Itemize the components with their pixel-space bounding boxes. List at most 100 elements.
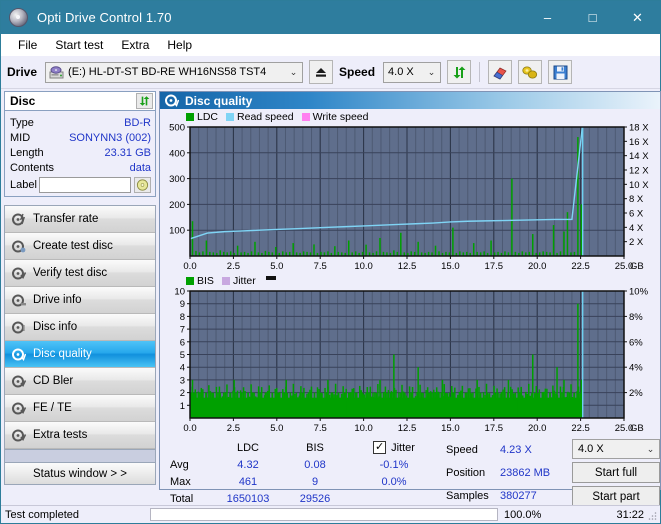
sidebar-item-label: Verify test disc — [33, 267, 108, 279]
bell-icon — [522, 66, 538, 78]
legend-entry-read-speed: Read speed — [226, 111, 294, 123]
stats-header-jitter-group: ✓ Jitter — [346, 441, 442, 454]
legend-label: Write speed — [312, 110, 369, 123]
stats-total-bis: 29526 — [299, 493, 331, 505]
sidebar-item-verify-test-disc[interactable]: Verify test disc — [5, 260, 155, 287]
sidebar-item-transfer-rate[interactable]: Transfer rate — [5, 206, 155, 233]
start-part-button[interactable]: Start part — [572, 486, 660, 507]
disc-row-value: data — [129, 161, 151, 174]
toolbar-speed-select[interactable]: 4.0 X ⌄ — [383, 61, 442, 83]
status-text: Test completed — [5, 508, 79, 521]
eject-button[interactable] — [309, 60, 334, 84]
drive-toolbar: Drive (E:) HL-DT-ST BD-RE WH16NS58 TST4 … — [1, 56, 660, 89]
minimize-button[interactable]: – — [525, 1, 570, 34]
sidebar-item-fe-te[interactable]: FE / TE — [5, 395, 155, 422]
svg-text:1: 1 — [180, 401, 185, 412]
sidebar-item-drive-info[interactable]: Drive info — [5, 287, 155, 314]
refresh-button[interactable] — [447, 60, 472, 84]
disc-write-icon — [12, 240, 26, 253]
disc-info-icon — [12, 321, 26, 334]
disc-label-key: Label — [10, 179, 37, 191]
ldc-chart-svg: 100 200 300 400 500 2 X 4 X 6 X 8 X 10 X 12 X 14 X 1… — [169, 123, 649, 272]
sidebar-item-label: Disc quality — [33, 348, 92, 360]
eraser-icon — [493, 67, 507, 79]
disc-row-value: SONYNN3 (002) — [69, 131, 151, 144]
disc-icon — [9, 8, 28, 27]
chevron-down-icon: ⌄ — [427, 66, 436, 77]
disc-label-input[interactable] — [39, 177, 132, 193]
fe-te-icon — [12, 402, 26, 415]
menu-item-help[interactable]: Help — [158, 36, 201, 54]
bis-chart: 1 2 3 4 5 6 7 8 9 10 2% 4% 6% 8% 10% 0.0 2.5 5.0 7.5 10.0 12… — [160, 287, 660, 435]
sidebar-item-cd-bler[interactable]: CD Bler — [5, 368, 155, 395]
disc-panel-header: Disc — [5, 92, 155, 111]
cd-bler-icon — [12, 375, 26, 388]
svg-text:200: 200 — [169, 200, 185, 211]
resize-grip[interactable] — [647, 510, 658, 521]
stats-max-jitter: 0.0% — [381, 476, 407, 488]
legend-entry-jitter: Jitter — [221, 275, 256, 287]
maximize-button[interactable]: □ — [570, 1, 615, 34]
chevron-down-icon: ⌄ — [646, 443, 655, 454]
drive-select[interactable]: (E:) HL-DT-ST BD-RE WH16NS58 TST4 ⌄ — [45, 61, 304, 83]
menu-item-extra[interactable]: Extra — [112, 36, 158, 54]
save-button[interactable] — [548, 60, 573, 84]
legend-label: Read speed — [237, 110, 294, 123]
disc-quality-panel: Disc quality LDC Read speed Write speed — [159, 91, 661, 507]
svg-text:6%: 6% — [629, 337, 643, 348]
disc-verify-icon — [12, 267, 26, 280]
save-icon — [553, 65, 568, 79]
disc-test-icon — [12, 213, 26, 226]
disc-row-key: Length — [10, 146, 44, 159]
disc-label-button[interactable] — [133, 177, 151, 193]
readout-table: Speed 4.23 X Position 23862 MB Samples 3… — [446, 439, 570, 507]
drive-icon — [49, 65, 64, 79]
bell-button[interactable] — [518, 60, 543, 84]
svg-text:20.0: 20.0 — [528, 423, 547, 434]
jitter-checkbox[interactable]: ✓ — [373, 441, 387, 454]
svg-text:7: 7 — [180, 325, 185, 336]
stats-header-ldc: LDC — [236, 441, 259, 454]
progress-bar — [150, 508, 498, 521]
svg-text:20.0: 20.0 — [528, 261, 547, 272]
disc-refresh-button[interactable] — [136, 93, 153, 109]
svg-text:6: 6 — [180, 337, 185, 348]
sidebar-item-disc-info[interactable]: Disc info — [5, 314, 155, 341]
svg-text:15.0: 15.0 — [441, 261, 460, 272]
svg-text:5.0: 5.0 — [270, 261, 283, 272]
toolbar-speed-value: 4.0 X — [388, 66, 414, 78]
test-speed-select[interactable]: 4.0 X ⌄ — [572, 439, 660, 459]
svg-text:8%: 8% — [629, 312, 643, 323]
menu-item-file[interactable]: File — [9, 36, 46, 54]
left-panel: Disc Type BD-R MID SONYNN3 (002) Length … — [1, 89, 159, 492]
legend-label: BIS — [197, 274, 214, 287]
close-button[interactable]: ✕ — [615, 1, 660, 34]
status-window-button[interactable]: Status window > > — [4, 463, 156, 485]
erase-button[interactable] — [488, 60, 513, 84]
stats-row-key-total: Total — [170, 493, 194, 505]
legend-entry-write-speed: Write speed — [301, 110, 369, 123]
application-window: Opti Drive Control 1.70 – □ ✕ File Start… — [0, 0, 661, 524]
sidebar-item-disc-quality[interactable]: Disc quality — [5, 341, 155, 368]
start-full-button[interactable]: Start full — [572, 462, 660, 483]
chevron-down-icon: ⌄ — [289, 66, 298, 77]
right-panel: Disc quality LDC Read speed Write speed — [159, 89, 661, 507]
bis-chart-svg: 1 2 34 5 67 8 910 2% 4% 6% 8% 10% 0.0 2.5 5.0 7.5 10.0 12… — [174, 287, 648, 434]
stats-avg-jitter: -0.1% — [379, 459, 409, 471]
svg-text:10 X: 10 X — [629, 180, 649, 191]
disc-icon — [136, 179, 149, 191]
svg-text:400: 400 — [169, 148, 185, 159]
readout-value-position: 23862 MB — [500, 467, 551, 479]
sidebar-item-extra-tests[interactable]: Extra tests — [5, 422, 155, 449]
stats-row-key-max: Max — [170, 476, 191, 488]
svg-text:22.5: 22.5 — [571, 261, 590, 272]
drive-info-icon — [12, 294, 26, 307]
menu-item-start-test[interactable]: Start test — [46, 36, 112, 54]
sidebar-item-label: CD Bler — [33, 375, 74, 387]
svg-text:2.5: 2.5 — [227, 261, 240, 272]
disc-row-contents: Contents data — [10, 160, 151, 175]
svg-text:12.5: 12.5 — [398, 261, 417, 272]
sidebar-item-label: Create test disc — [33, 240, 113, 252]
sidebar-item-create-test-disc[interactable]: Create test disc — [5, 233, 155, 260]
legend-entry-ldc: LDC — [186, 111, 218, 123]
